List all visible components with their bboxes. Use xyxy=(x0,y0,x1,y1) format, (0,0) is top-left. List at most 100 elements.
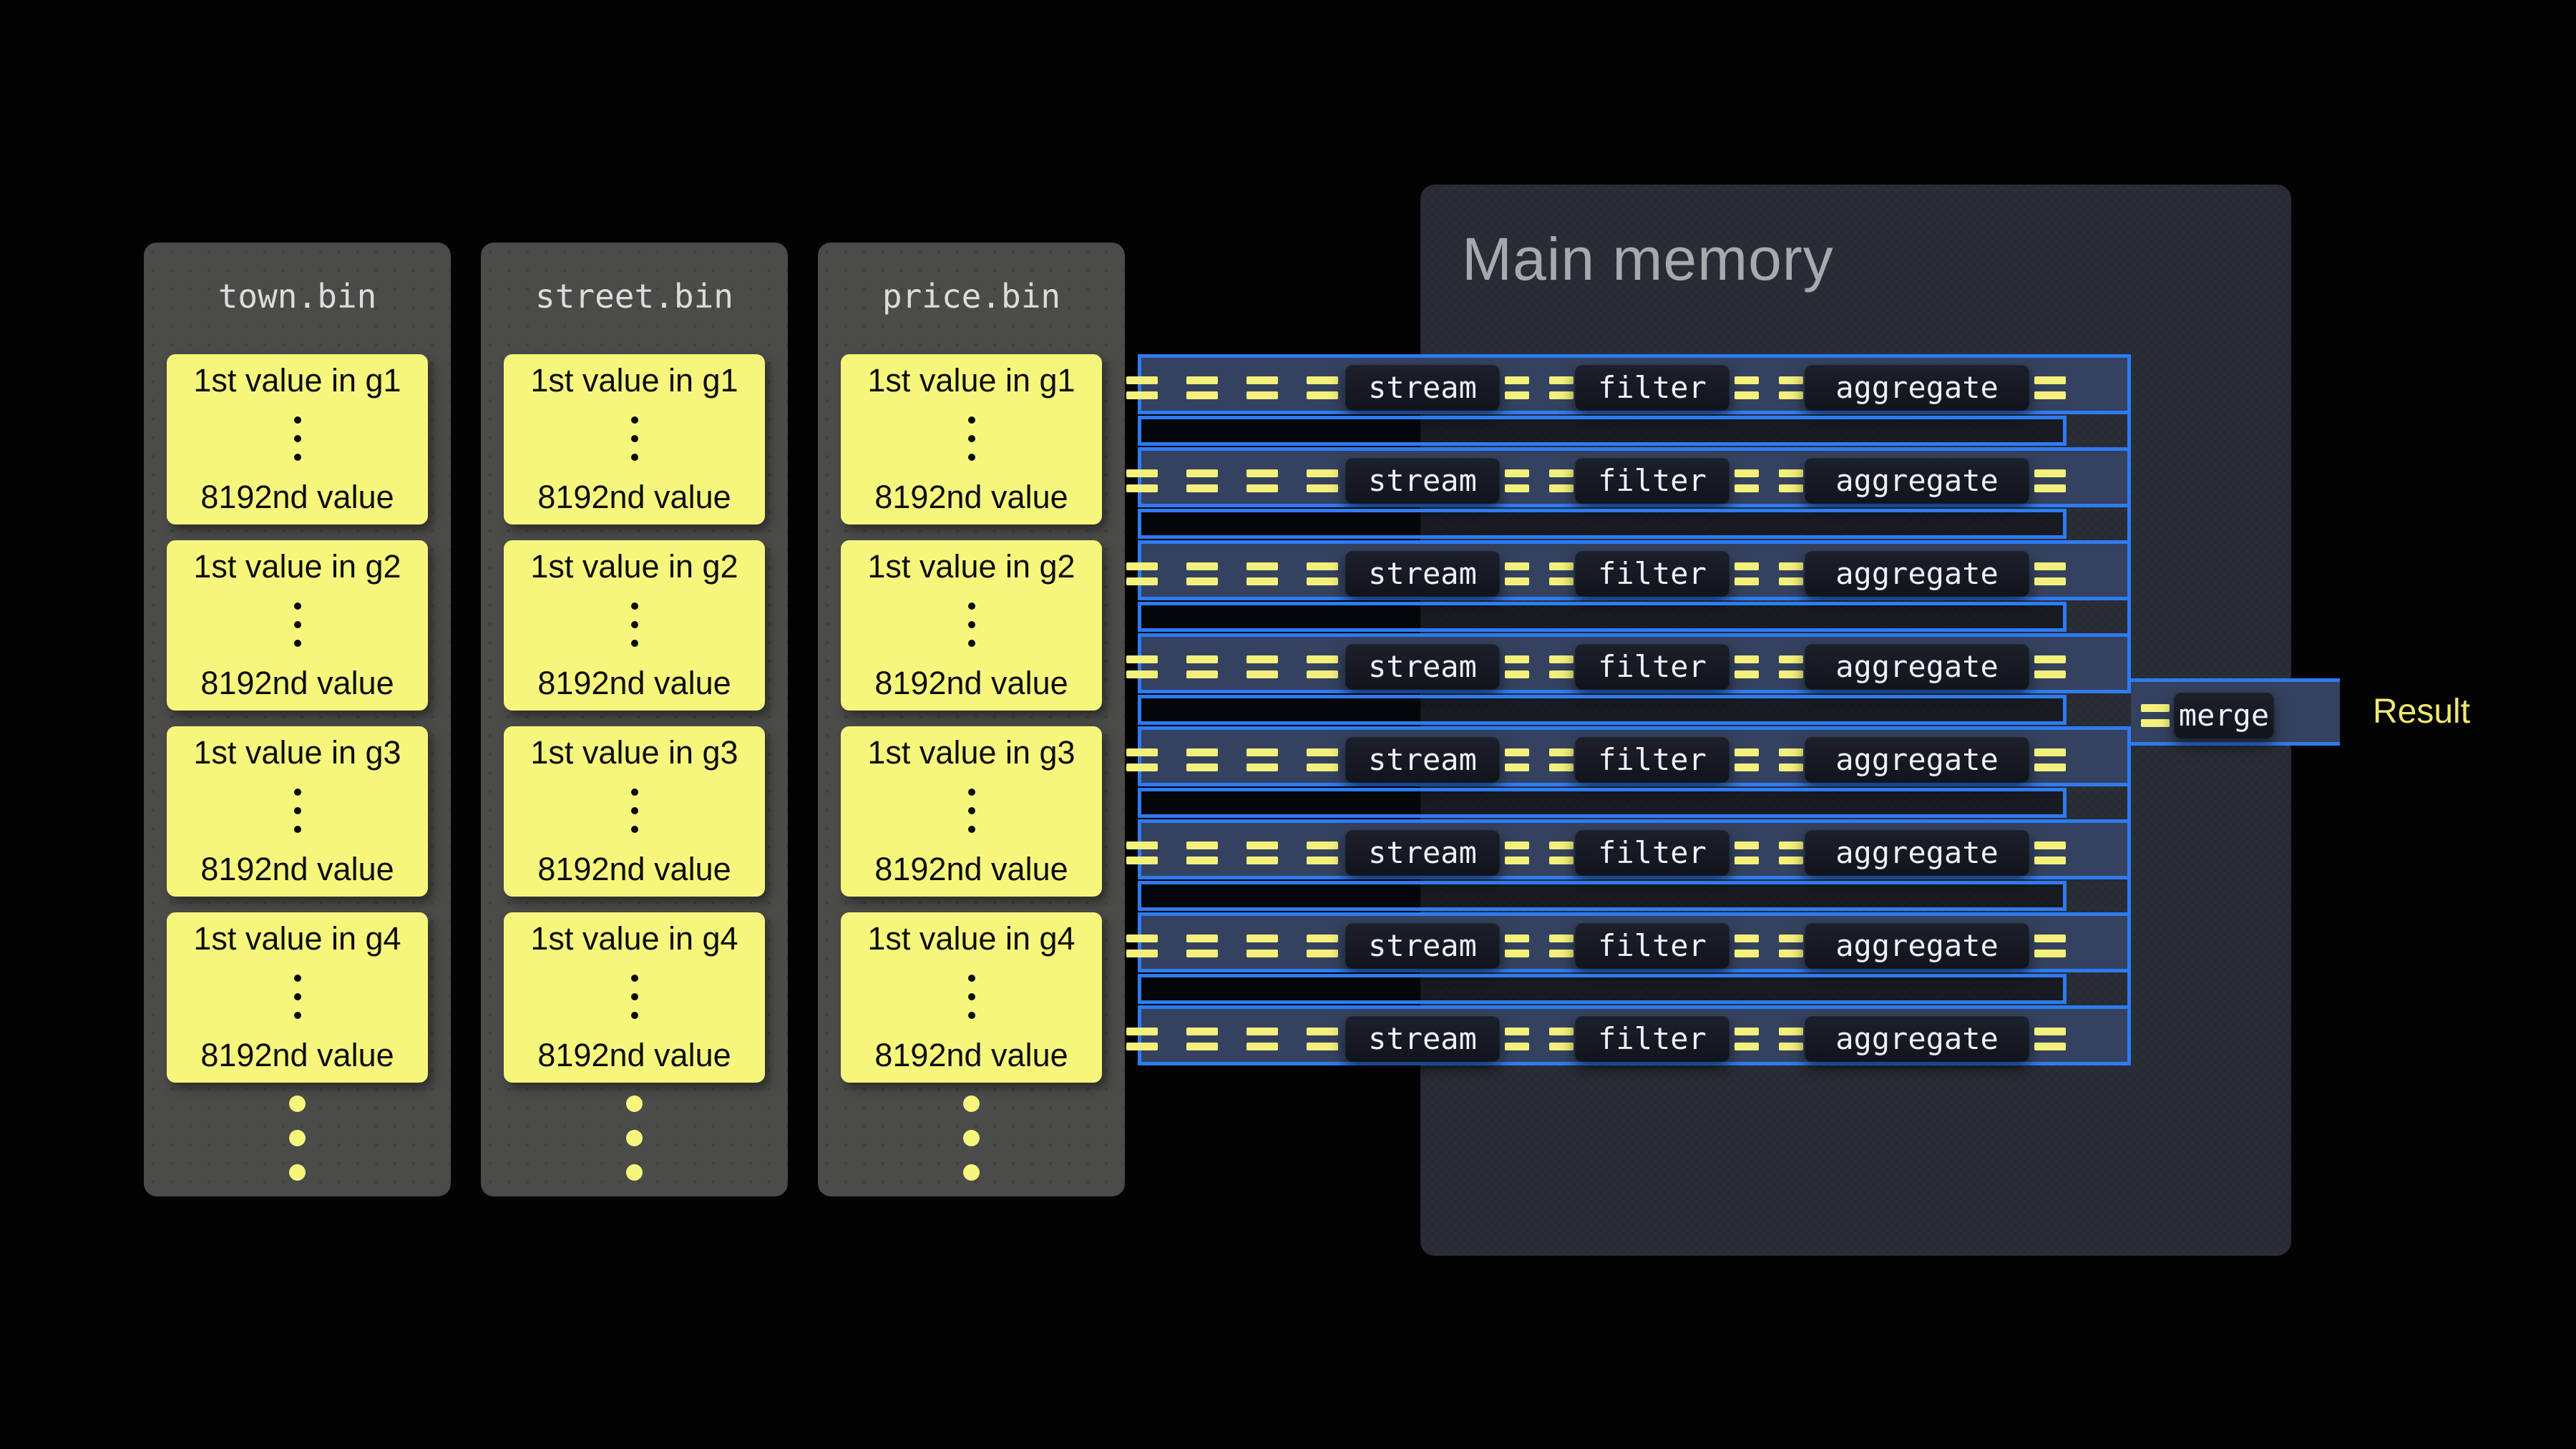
flow-dash xyxy=(1246,469,1278,492)
flow-dash xyxy=(1126,841,1158,864)
flow-dash xyxy=(1549,748,1574,771)
flow-dash xyxy=(1246,1028,1278,1050)
flow-dash xyxy=(1735,1028,1759,1050)
flow-dash xyxy=(1505,748,1529,771)
flow-dash xyxy=(1186,469,1218,492)
stage-chip-aggregate-label: aggregate xyxy=(1835,745,1999,775)
stage-chip-aggregate-label: aggregate xyxy=(1835,838,1999,868)
stage-chip-aggregate: aggregate xyxy=(1805,365,2029,411)
memory-right-edge-segment xyxy=(2127,786,2131,819)
flow-dash xyxy=(2034,655,2066,678)
thread-lane: stream filter aggregate xyxy=(1138,447,2131,507)
stage-chip-filter: filter xyxy=(1575,644,1729,690)
stage-chip-stream-label: stream xyxy=(1368,373,1477,403)
flow-dash xyxy=(1307,655,1338,678)
flow-dash xyxy=(2034,469,2066,492)
flow-dash xyxy=(1735,376,1759,399)
flow-dash xyxy=(1307,841,1338,864)
flow-dash xyxy=(1307,935,1338,957)
flow-dash xyxy=(1126,935,1158,957)
lane-connector xyxy=(1138,695,2067,725)
stage-chip-aggregate-label: aggregate xyxy=(1835,1024,1999,1054)
flow-dash xyxy=(1779,935,1803,957)
stage-chip-filter-label: filter xyxy=(1598,745,1707,775)
stage-chip-aggregate: aggregate xyxy=(1805,830,2029,876)
diagram-canvas: town.bin 1st value in g18192nd value1st … xyxy=(0,0,2576,1449)
flow-dash xyxy=(1307,562,1338,585)
flow-dash xyxy=(1549,562,1574,585)
flow-dash xyxy=(2034,748,2066,771)
stage-chip-aggregate-label: aggregate xyxy=(1835,931,1999,961)
memory-right-edge-segment xyxy=(2127,414,2131,447)
merge-chip-label: merge xyxy=(2179,701,2269,731)
stage-chip-aggregate-label: aggregate xyxy=(1835,466,1999,496)
flow-dash xyxy=(1307,469,1338,492)
thread-lane: stream filter aggregate xyxy=(1138,540,2131,600)
flow-dash xyxy=(1307,376,1338,399)
flow-dash xyxy=(1735,748,1759,771)
memory-right-edge-segment xyxy=(2127,507,2131,540)
flow-dash xyxy=(1126,1028,1158,1050)
memory-right-edge-segment xyxy=(2127,879,2131,912)
thread-lane: streamfilteraggregate xyxy=(1138,633,2131,693)
flow-dash xyxy=(1246,562,1278,585)
flow-dash xyxy=(1505,841,1529,864)
stage-chip-filter-label: filter xyxy=(1598,559,1707,589)
stage-chip-aggregate: aggregate xyxy=(1805,1016,2029,1062)
stage-chip-filter: filter xyxy=(1575,458,1729,504)
flow-dash xyxy=(1246,935,1278,957)
result-label: Result xyxy=(2373,691,2470,733)
stage-chip-stream: stream xyxy=(1345,923,1500,969)
flow-dash xyxy=(1735,935,1759,957)
stage-chip-aggregate-label: aggregate xyxy=(1835,373,1999,403)
stage-chip-stream-label: stream xyxy=(1368,466,1477,496)
flow-dash xyxy=(2034,935,2066,957)
flow-dash xyxy=(1186,748,1218,771)
flow-dash xyxy=(1779,469,1803,492)
stage-chip-aggregate-label: aggregate xyxy=(1835,559,1999,589)
flow-dash xyxy=(1126,376,1158,399)
stage-chip-stream-label: stream xyxy=(1368,559,1477,589)
flow-dash xyxy=(1126,469,1158,492)
stage-chip-filter: filter xyxy=(1575,551,1729,597)
flow-dash xyxy=(2034,562,2066,585)
thread-lane: stream filter aggregate xyxy=(1138,354,2131,414)
flow-dash xyxy=(1246,376,1278,399)
stage-chip-aggregate: aggregate xyxy=(1805,923,2029,969)
stage-chip-filter: filter xyxy=(1575,923,1729,969)
thread-lane: streamfilteraggregate xyxy=(1138,819,2131,879)
flow-dash xyxy=(1549,841,1574,864)
memory-right-edge-segment xyxy=(2127,972,2131,1005)
flow-dash xyxy=(1779,1028,1803,1050)
thread-lane: streamfilteraggregate xyxy=(1138,1005,2131,1065)
flow-dash xyxy=(1186,841,1218,864)
flow-dash xyxy=(2034,1028,2066,1050)
flow-dash xyxy=(1505,935,1529,957)
stage-chip-aggregate: aggregate xyxy=(1805,458,2029,504)
flow-dash xyxy=(1246,841,1278,864)
lane-connector xyxy=(1138,788,2067,818)
flow-dash xyxy=(2034,841,2066,864)
lane-connector xyxy=(1138,509,2067,539)
merge-lane: merge xyxy=(2131,678,2340,746)
stage-chip-filter-label: filter xyxy=(1598,838,1707,868)
lane-connector xyxy=(1138,974,2067,1004)
thread-lane: stream filter aggregate xyxy=(1138,912,2131,972)
flow-dash xyxy=(1779,562,1803,585)
stage-chip-filter: filter xyxy=(1575,737,1729,783)
flow-dash xyxy=(1126,748,1158,771)
stage-chip-stream-label: stream xyxy=(1368,931,1477,961)
stage-chip-filter-label: filter xyxy=(1598,931,1707,961)
flow-dash xyxy=(1549,376,1574,399)
stage-chip-filter: filter xyxy=(1575,365,1729,411)
flow-dash xyxy=(1307,748,1338,771)
flow-dash xyxy=(1246,748,1278,771)
flow-dash xyxy=(1126,655,1158,678)
stage-chip-aggregate: aggregate xyxy=(1805,644,2029,690)
flow-dash xyxy=(1246,655,1278,678)
flow-dash xyxy=(1186,655,1218,678)
flow-dash xyxy=(1735,562,1759,585)
stage-chip-stream: stream xyxy=(1345,737,1500,783)
flow-dash xyxy=(1186,562,1218,585)
flow-dash xyxy=(1779,376,1803,399)
